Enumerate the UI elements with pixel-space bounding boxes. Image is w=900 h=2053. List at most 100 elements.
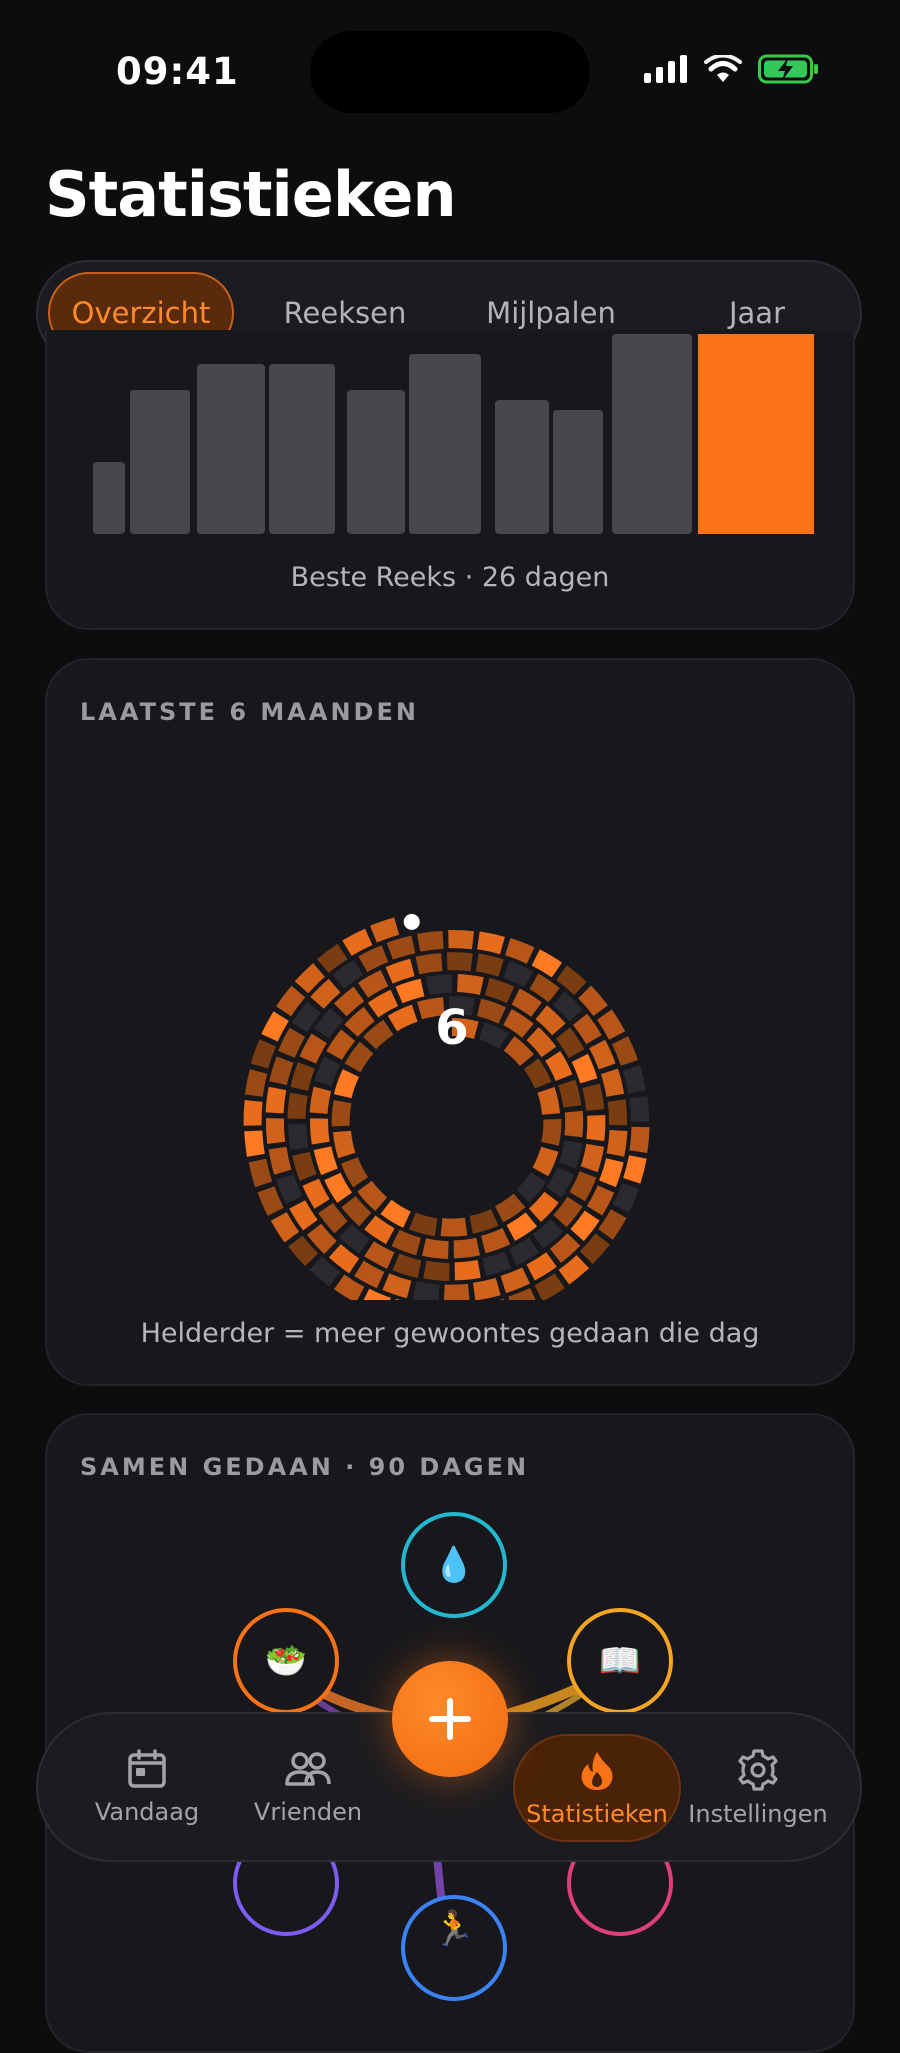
spiral-day-cell [558, 1140, 583, 1169]
flame-icon [581, 1752, 613, 1790]
spiral-day-cell [607, 1099, 628, 1126]
nav-vandaag-label: Vandaag [94, 1798, 200, 1826]
wifi-icon [704, 55, 742, 82]
spiral-day-cell [276, 1174, 303, 1204]
spiral-day-cell [444, 1283, 470, 1300]
page-title: Statistieken [45, 158, 457, 231]
spiral-center-value: 6 [435, 1000, 469, 1056]
habit-node-water[interactable]: 💧 [401, 1512, 507, 1618]
spiral-day-cell [248, 1158, 273, 1188]
spiral-day-cell [370, 917, 400, 943]
spiral-day-cell [265, 1086, 287, 1114]
spiral-day-cell [412, 1281, 440, 1300]
spiral-day-cell [333, 1130, 356, 1159]
nav-statistieken-label: Statistieken [526, 1800, 668, 1828]
dynamic-island [310, 31, 590, 113]
status-bar: 09:41 [0, 0, 900, 140]
spiral-day-cell [481, 1228, 511, 1254]
spiral-caption: Helderder = meer gewoontes gedaan die da… [140, 1318, 760, 1349]
spiral-day-cell [564, 1110, 584, 1138]
plus-icon [429, 1698, 471, 1740]
streak-bar [698, 334, 814, 534]
streak-bar [269, 364, 335, 534]
spiral-today-dot [403, 913, 420, 930]
spiral-day-cell [257, 1186, 284, 1216]
spiral-day-cell [269, 1056, 294, 1085]
streak-bar [130, 390, 190, 534]
nav-instellingen-label: Instellingen [688, 1800, 828, 1828]
spiral-day-cell [546, 1167, 575, 1198]
spiral-day-cell [500, 1267, 530, 1294]
spiral-day-cell [612, 1183, 639, 1213]
spiral-day-cell [409, 1212, 438, 1237]
nav-vrienden-label: Vrienden [253, 1798, 363, 1826]
spiral-day-cell [571, 1053, 598, 1084]
nav-vandaag[interactable]: Vandaag [63, 1734, 231, 1842]
spiral-day-cell [454, 1260, 481, 1281]
spiral-day-cell [475, 953, 504, 977]
spiral-day-cell [629, 1096, 649, 1122]
spiral-day-cell [606, 1130, 628, 1157]
streak-bar [93, 462, 125, 534]
spiral-day-cell [582, 1083, 605, 1111]
spiral-day-cell [556, 965, 587, 995]
spiral-day-cell [505, 938, 535, 964]
spiral-day-cell [422, 1238, 449, 1259]
best-streak-card: Beste Reeks · 26 dagen [45, 330, 855, 630]
spiral-day-cell [314, 1056, 341, 1086]
streak-bar-chart [93, 334, 814, 534]
spiral-day-cell [531, 949, 562, 978]
spiral-day-cell [580, 1143, 605, 1173]
six-months-label: LAATSTE 6 MAANDEN [80, 698, 419, 726]
spiral-day-cell [292, 1151, 317, 1181]
six-months-card: LAATSTE 6 MAANDEN 6 Helderder = meer gew… [45, 658, 855, 1386]
spiral-day-cell [268, 1146, 292, 1175]
habit-node-running[interactable]: 🏃 [401, 1895, 507, 2001]
spiral-day-cell [313, 1146, 338, 1176]
book-icon: 📖 [598, 1641, 642, 1681]
spiral-day-cell [244, 1069, 268, 1097]
spiral-day-cell [243, 1100, 263, 1126]
runner-icon: 🏃 [432, 1909, 476, 1949]
spiral-day-cell [586, 1115, 606, 1141]
nav-instellingen[interactable]: Instellingen [674, 1734, 842, 1842]
spiral-day-cell [265, 1118, 286, 1144]
battery-charging-icon [758, 54, 818, 84]
nav-vrienden[interactable]: Vrienden [224, 1734, 392, 1842]
spiral-day-cell [503, 960, 534, 988]
spiral-day-cell [290, 1062, 315, 1091]
spiral-day-cell [532, 1146, 559, 1177]
spiral-day-cell [446, 952, 473, 972]
habit-node-salad[interactable]: 🥗 [233, 1608, 339, 1714]
spiral-day-cell [623, 1155, 647, 1184]
habit-node-book[interactable]: 📖 [567, 1608, 673, 1714]
spiral-day-cell [386, 935, 416, 960]
spiral-day-cell [440, 1217, 468, 1237]
streak-bar [409, 354, 481, 534]
spiral-day-cell [423, 1260, 450, 1281]
status-icons [644, 54, 820, 84]
spiral-day-cell [244, 1130, 265, 1157]
spiral-day-cell [537, 1087, 560, 1115]
best-streak-caption: Beste Reeks · 26 dagen [290, 562, 610, 593]
spiral-day-cell [426, 974, 453, 995]
spiral-day-cell [541, 1119, 562, 1146]
salad-icon: 🥗 [264, 1641, 308, 1681]
calendar-icon [128, 1749, 166, 1788]
spiral-day-cell [415, 953, 443, 975]
spiral-day-cell [382, 1273, 412, 1299]
spiral-day-cell [558, 1079, 582, 1108]
spiral-day-cell [331, 1100, 352, 1127]
nav-statistieken[interactable]: Statistieken [513, 1734, 681, 1842]
add-habit-button[interactable] [392, 1661, 508, 1777]
spiral-day-cell [477, 931, 505, 955]
water-drop-icon: 💧 [432, 1545, 476, 1585]
spiral-day-cell [309, 1086, 332, 1114]
spiral-day-cell [629, 1126, 650, 1153]
status-time: 09:41 [116, 50, 239, 93]
streak-bar [553, 410, 603, 534]
streak-bar [197, 364, 265, 534]
friends-icon [285, 1752, 331, 1786]
spiral-day-cell [469, 1209, 499, 1234]
spiral-day-cell [333, 1069, 359, 1099]
